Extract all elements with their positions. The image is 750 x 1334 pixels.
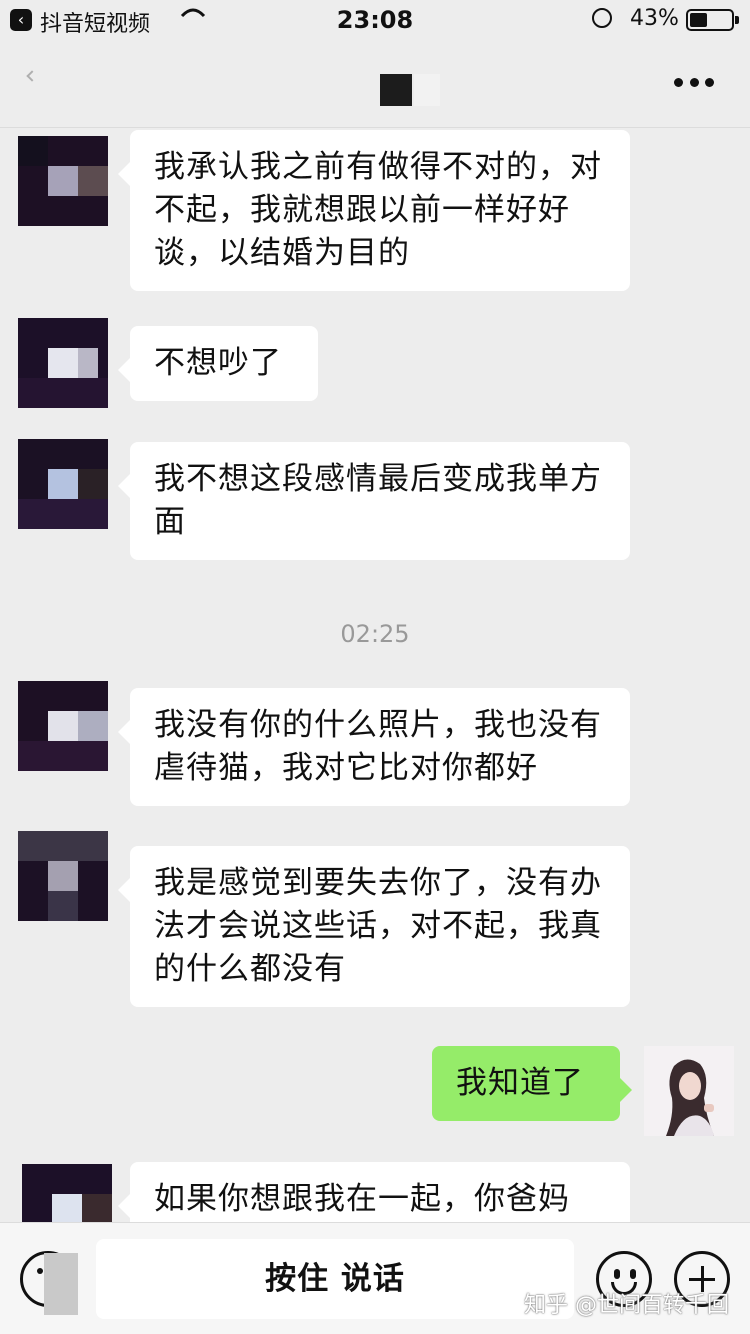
hold-to-talk-button[interactable]: 按住 说话 bbox=[96, 1239, 574, 1319]
more-dots-icon[interactable] bbox=[674, 78, 714, 90]
contact-avatar[interactable] bbox=[18, 681, 108, 771]
redaction-block bbox=[380, 74, 412, 106]
contact-avatar[interactable] bbox=[22, 1164, 112, 1222]
back-chevron-icon[interactable] bbox=[26, 70, 38, 82]
battery-percentage: 43% bbox=[630, 6, 679, 31]
input-bar: 按住 说话 知乎 @世间百转千回 bbox=[0, 1222, 750, 1334]
contact-avatar[interactable] bbox=[18, 136, 108, 226]
redaction-block bbox=[414, 74, 440, 106]
battery-icon bbox=[686, 9, 734, 31]
redaction-block bbox=[44, 1253, 78, 1315]
message-bubble[interactable]: 我不想这段感情最后变成我单方面 bbox=[118, 442, 630, 560]
message-bubble[interactable]: 我没有你的什么照片，我也没有虐待猫，我对它比对你都好 bbox=[118, 688, 630, 806]
battery-tip bbox=[735, 16, 739, 24]
alarm-icon bbox=[592, 8, 612, 28]
message-bubble[interactable]: 我承认我之前有做得不对的，对不起，我就想跟以前一样好好谈，以结婚为目的 bbox=[118, 130, 630, 291]
watermark-text: 知乎 @世间百转千回 bbox=[524, 1293, 729, 1318]
my-message-bubble[interactable]: 我知道了 bbox=[432, 1046, 632, 1121]
message-timestamp: 02:25 bbox=[340, 620, 410, 648]
status-bar: ‹ 抖音短视频 23:08 43% bbox=[0, 0, 750, 40]
battery-level-fill bbox=[690, 13, 707, 27]
contact-avatar[interactable] bbox=[18, 439, 108, 529]
my-avatar[interactable] bbox=[644, 1046, 734, 1136]
contact-avatar[interactable] bbox=[18, 318, 108, 408]
contact-name-redacted bbox=[380, 74, 440, 106]
profile-photo bbox=[644, 1046, 734, 1136]
message-bubble[interactable]: 如果你想跟我在一起，你爸妈 bbox=[118, 1162, 630, 1222]
contact-avatar[interactable] bbox=[18, 831, 108, 921]
message-list[interactable]: 我承认我之前有做得不对的，对不起，我就想跟以前一样好好谈，以结婚为目的 不想吵了… bbox=[0, 128, 750, 1222]
message-bubble[interactable]: 我是感觉到要失去你了，没有办法才会说这些话，对不起，我真的什么都没有 bbox=[118, 846, 630, 1007]
chat-header bbox=[0, 40, 750, 128]
message-bubble[interactable]: 不想吵了 bbox=[118, 326, 318, 401]
